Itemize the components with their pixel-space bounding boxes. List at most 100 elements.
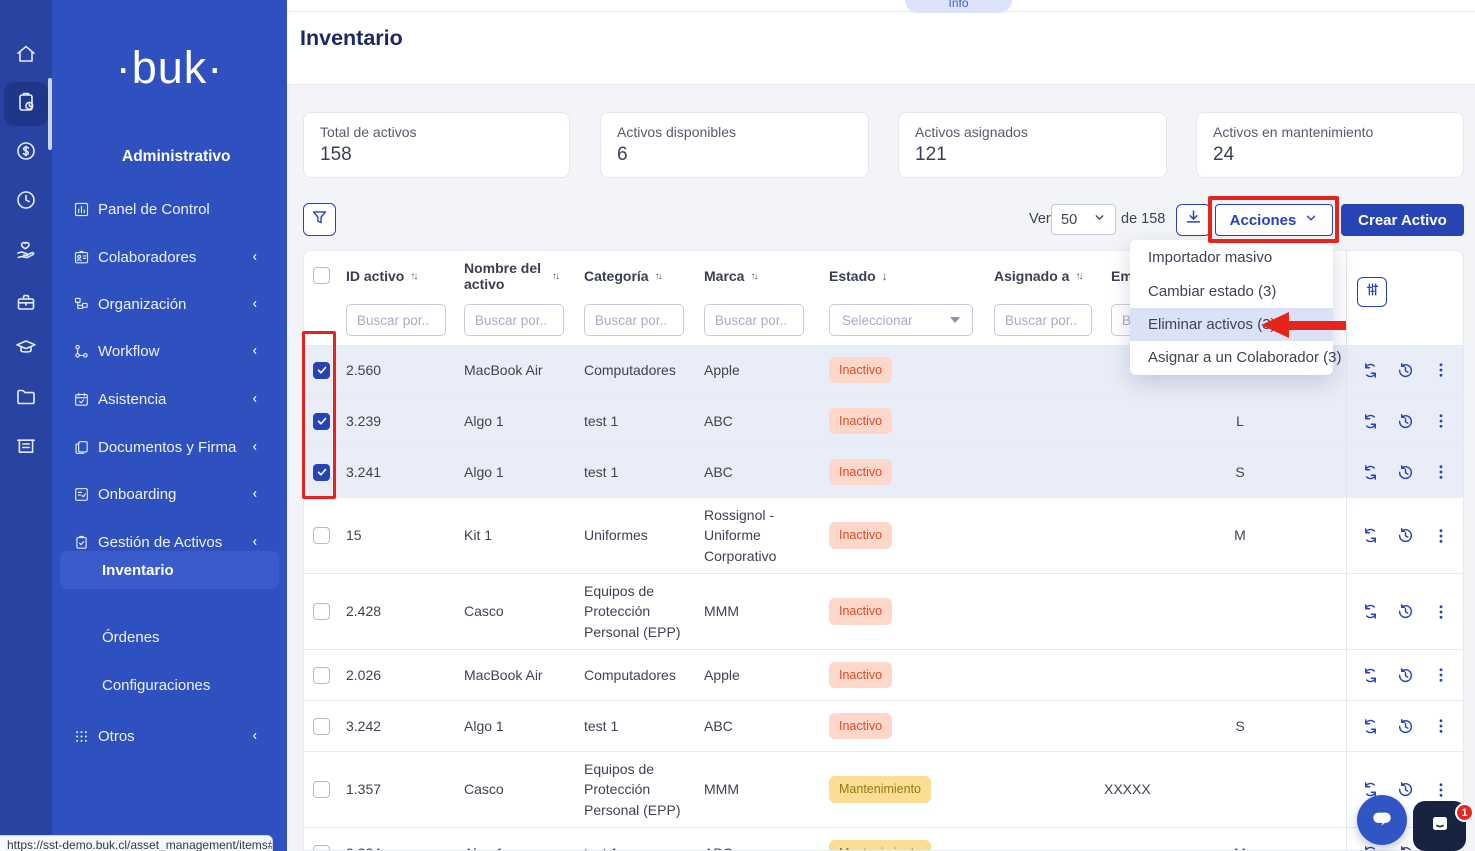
column-header-id-activo[interactable]: ID activo↑↓ [346,251,451,301]
crear-activo-button[interactable]: Crear Activo [1341,204,1464,236]
menu-item-label: Importador masivo [1148,249,1272,266]
download-button[interactable] [1176,204,1211,236]
rail-item-asset-clipboard-icon[interactable] [0,82,52,126]
organization-icon [72,295,90,313]
change-status-icon[interactable] [1358,663,1382,687]
page-size-select[interactable]: 50 [1051,204,1116,235]
sidebar-item-panel-de-control[interactable]: Panel de Control [52,189,287,229]
history-icon[interactable] [1393,778,1417,802]
sidebar-item-asistencia[interactable]: Asistencia [52,379,287,419]
rail-item-training-grad-cap-icon[interactable] [0,327,52,371]
rail-item-benefits-hand-heart-icon[interactable] [0,230,52,274]
filter-input[interactable] [346,304,446,336]
change-status-icon[interactable] [1358,600,1382,624]
change-status-icon[interactable] [1358,524,1382,548]
sidebar-item-otros[interactable]: Otros [52,716,287,756]
column-header-label: Asignado a [994,268,1069,284]
cell-categoria: Equipos de Protección Personal (EPP) [584,574,696,649]
chat-launcher-button[interactable] [1357,795,1407,845]
column-header-label: ID activo [346,268,404,284]
more-options-icon[interactable] [1429,778,1453,802]
sidebar-item-onboarding[interactable]: Onboarding [52,474,287,514]
chevron-left-icon [250,251,260,263]
cell-id-activo: 3.234 [346,828,451,851]
select-all-checkbox[interactable] [313,267,330,284]
cell-categoria: Computadores [584,345,696,395]
sort-icon: ↑↓ [1075,271,1081,282]
more-options-icon[interactable] [1429,358,1453,382]
status-badge: Inactivo [829,522,892,548]
change-status-icon[interactable] [1358,714,1382,738]
menu-item-importador-masivo[interactable]: Importador masivo [1130,241,1333,274]
cell-talla: M [1209,828,1271,851]
more-options-icon[interactable] [1429,524,1453,548]
training-grad-cap-icon [14,335,38,364]
menu-item-cambiar-estado-3[interactable]: Cambiar estado (3) [1130,274,1333,307]
filter-input[interactable] [994,304,1092,336]
row-checkbox[interactable] [313,667,330,684]
rail-item-talent-box-icon[interactable] [0,282,52,326]
cell-talla: S [1209,701,1271,751]
row-checkbox[interactable] [313,718,330,735]
more-options-icon[interactable] [1429,460,1453,484]
sidebar-item-documentos-y-firma[interactable]: Documentos y Firma [52,427,287,467]
page-size-value: 50 [1061,212,1077,228]
rail-item-files-folder-icon[interactable] [0,377,52,421]
history-icon[interactable] [1393,358,1417,382]
cell-nombre: MacBook Air [464,650,560,700]
history-icon[interactable] [1393,663,1417,687]
column-header-estado[interactable]: Estado↓ [829,251,979,301]
row-checkbox[interactable] [313,781,330,798]
rail-item-remunerations-dollar-icon[interactable] [0,131,52,175]
more-options-icon[interactable] [1429,714,1453,738]
rail-item-home-icon[interactable] [0,34,52,78]
menu-item-asignar-a-un-colaborador-3[interactable]: Asignar a un Colaborador (3) [1130,341,1333,374]
cell-categoria: test 1 [584,447,696,497]
rail-item-marketplace-store-icon[interactable] [0,426,52,470]
history-icon[interactable] [1393,524,1417,548]
ver-label: Ver [1029,211,1051,227]
stat-value: 24 [1213,144,1447,166]
stat-label: Total de activos [320,124,553,140]
cell-talla [1209,574,1271,649]
more-options-icon[interactable] [1429,663,1453,687]
row-checkbox[interactable] [313,603,330,620]
collaborators-icon [72,248,90,266]
column-settings-button[interactable] [1357,277,1387,307]
sidebar-subitem-o-rdenes[interactable]: Órdenes [60,618,279,656]
history-icon[interactable] [1393,409,1417,433]
chevron-left-icon [250,345,260,357]
chevron-left-icon [250,488,260,500]
column-header-asignado-a[interactable]: Asignado a ↑↓ [994,251,1099,301]
sidebar-item-colaboradores[interactable]: Colaboradores [52,237,287,277]
column-header-marca[interactable]: Marca↑↓ [704,251,819,301]
filter-button[interactable] [303,203,336,236]
filter-input[interactable] [584,304,684,336]
sidebar-subitem-configuraciones[interactable]: Configuraciones [60,666,279,704]
filter-input[interactable] [464,304,564,336]
row-checkbox[interactable] [313,527,330,544]
cell-asignado [994,650,1099,700]
change-status-icon[interactable] [1358,358,1382,382]
column-header-categori-a[interactable]: Categoría↑↓ [584,251,696,301]
sidebar-item-organizacio-n[interactable]: Organización [52,284,287,324]
sidebar-item-workflow[interactable]: Workflow [52,331,287,371]
change-status-icon[interactable] [1358,409,1382,433]
cell-empresa [1104,447,1214,497]
row-checkbox-cell [313,752,337,827]
sidebar-subitem-inventario[interactable]: Inventario [60,551,279,589]
row-checkbox[interactable] [313,845,330,851]
more-options-icon[interactable] [1429,600,1453,624]
sidebar-item-label: Asistencia [98,391,166,408]
history-icon[interactable] [1393,460,1417,484]
column-header-nombre-del-activo[interactable]: Nombre del activo↑↓ [464,251,560,301]
filter-input[interactable] [704,304,804,336]
history-icon[interactable] [1393,714,1417,738]
estado-filter-select[interactable]: Seleccionar [829,304,973,336]
status-badge: Inactivo [829,408,892,434]
change-status-icon[interactable] [1358,460,1382,484]
rail-item-time-clock-icon[interactable] [0,180,52,224]
more-options-icon[interactable] [1429,409,1453,433]
funnel-icon [310,208,329,232]
history-icon[interactable] [1393,600,1417,624]
